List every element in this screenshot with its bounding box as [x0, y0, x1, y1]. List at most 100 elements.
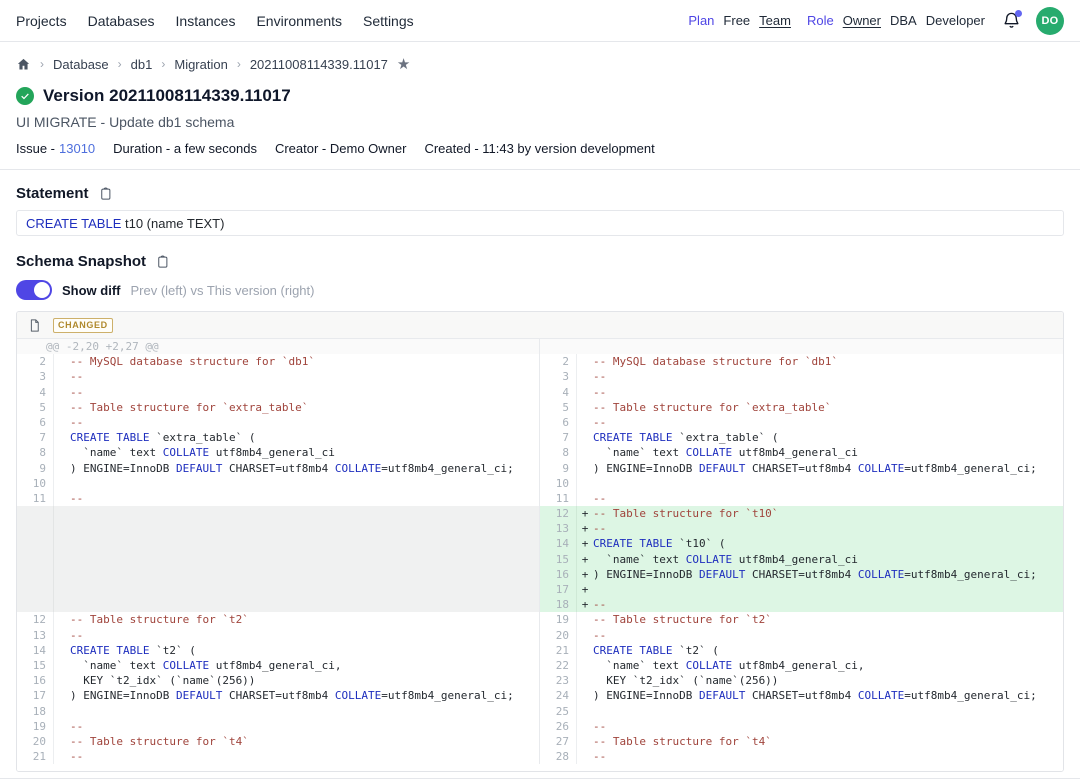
- code-cell: ) ENGINE=InnoDB DEFAULT CHARSET=utf8mb4 …: [54, 688, 539, 703]
- home-icon[interactable]: [16, 57, 31, 72]
- line-number: 9: [17, 461, 54, 476]
- line-number: [17, 567, 54, 582]
- avatar[interactable]: DO: [1036, 7, 1064, 35]
- diff-code-row: 28 --: [540, 749, 1063, 764]
- line-number: [17, 582, 54, 597]
- diff-sign: [577, 658, 593, 673]
- sql-token: `name` text: [593, 553, 686, 566]
- diff-code-row: 17+: [540, 582, 1063, 597]
- sql-token: CREATE TABLE: [26, 216, 121, 231]
- role-owner-link[interactable]: Owner: [843, 13, 881, 28]
- bell-icon[interactable]: [1002, 11, 1022, 31]
- notification-dot: [1015, 10, 1022, 17]
- diff-sign: [54, 688, 70, 703]
- sql-token: -- MySQL database structure for `db1`: [593, 355, 838, 368]
- nav-item-projects[interactable]: Projects: [16, 13, 67, 29]
- diff-sign: [577, 628, 593, 643]
- section-divider: [0, 169, 1080, 170]
- sql-token: `name` text: [593, 659, 686, 672]
- breadcrumb-separator: ›: [118, 57, 122, 71]
- line-number: 12: [17, 612, 54, 627]
- diff-code-row: 20 -- Table structure for `t4`: [17, 734, 539, 749]
- code-cell: [54, 704, 539, 719]
- diff-sign: +: [577, 552, 593, 567]
- sql-token: t10 (name TEXT): [121, 216, 224, 231]
- diff-code-row: 2 -- MySQL database structure for `db1`: [17, 354, 539, 369]
- breadcrumb-item[interactable]: Database: [53, 57, 109, 72]
- issue-link[interactable]: 13010: [59, 141, 95, 156]
- line-number: 12: [540, 506, 577, 521]
- diff-code-row: 8 `name` text COLLATE utf8mb4_general_ci: [540, 445, 1063, 460]
- code-cell: --: [54, 491, 539, 506]
- sql-token: `t2` (: [672, 644, 718, 657]
- diff-sign: [54, 415, 70, 430]
- page-title: Version 20211008114339.11017: [43, 86, 291, 106]
- sql-token: CHARSET=utf8mb4: [745, 689, 858, 702]
- diff-sign: [54, 430, 70, 445]
- role-developer[interactable]: Developer: [926, 13, 985, 28]
- diff-code-row: 14+CREATE TABLE `t10` (: [540, 536, 1063, 551]
- diff-code-row: 15 `name` text COLLATE utf8mb4_general_c…: [17, 658, 539, 673]
- diff-code-row: 6 --: [540, 415, 1063, 430]
- line-number: [17, 506, 54, 521]
- diff-code-row: 7 CREATE TABLE `extra_table` (: [540, 430, 1063, 445]
- diff-code-row: 22 `name` text COLLATE utf8mb4_general_c…: [540, 658, 1063, 673]
- sql-token: COLLATE: [686, 553, 732, 566]
- code-cell: [54, 582, 539, 597]
- sql-token: DEFAULT: [699, 568, 745, 581]
- line-number: 15: [17, 658, 54, 673]
- diff-code-row: 18: [17, 704, 539, 719]
- diff-sign: [54, 719, 70, 734]
- sql-token: --: [593, 370, 606, 383]
- copy-statement-icon[interactable]: [98, 186, 113, 201]
- show-diff-label: Show diff: [62, 283, 121, 298]
- plan-team-link[interactable]: Team: [759, 13, 791, 28]
- diff-sign: [54, 734, 70, 749]
- show-diff-toggle[interactable]: [16, 280, 52, 300]
- code-cell: [54, 476, 539, 491]
- breadcrumb-item[interactable]: db1: [131, 57, 153, 72]
- diff-code-row: 13+--: [540, 521, 1063, 536]
- diff-sign: [54, 461, 70, 476]
- nav-item-databases[interactable]: Databases: [88, 13, 155, 29]
- sql-token: utf8mb4_general_ci: [732, 553, 858, 566]
- sql-token: ) ENGINE=InnoDB: [593, 462, 699, 475]
- line-number: 23: [540, 673, 577, 688]
- line-number: 19: [540, 612, 577, 627]
- breadcrumb-separator: ›: [40, 57, 44, 71]
- breadcrumb-item[interactable]: 20211008114339.11017: [250, 57, 388, 72]
- code-cell: [54, 521, 539, 536]
- copy-snapshot-icon[interactable]: [155, 254, 170, 269]
- breadcrumb-item[interactable]: Migration: [174, 57, 227, 72]
- snapshot-heading-row: Schema Snapshot: [16, 252, 1064, 270]
- diff-code-row: 14 CREATE TABLE `t2` (: [17, 643, 539, 658]
- sql-token: ) ENGINE=InnoDB: [70, 462, 176, 475]
- nav-item-settings[interactable]: Settings: [363, 13, 414, 29]
- diff-code-row: 12+-- Table structure for `t10`: [540, 506, 1063, 521]
- sql-token: KEY `t2_idx` (`name`(256)): [70, 674, 255, 687]
- diff-sign: [54, 369, 70, 384]
- role-dba[interactable]: DBA: [890, 13, 917, 28]
- code-cell: + `name` text COLLATE utf8mb4_general_ci: [577, 552, 1063, 567]
- diff-code-row: 27 -- Table structure for `t4`: [540, 734, 1063, 749]
- code-cell: --: [54, 719, 539, 734]
- diff-code-row: 10: [17, 476, 539, 491]
- diff-pane-current: 2 -- MySQL database structure for `db1`3…: [540, 339, 1063, 764]
- line-number: 10: [17, 476, 54, 491]
- nav-item-environments[interactable]: Environments: [256, 13, 342, 29]
- code-cell: --: [577, 749, 1063, 764]
- code-cell: --: [577, 415, 1063, 430]
- sql-token: =utf8mb4_general_ci;: [904, 568, 1036, 581]
- star-icon[interactable]: ★: [397, 57, 410, 72]
- code-cell: --: [54, 628, 539, 643]
- sql-token: -- MySQL database structure for `db1`: [70, 355, 315, 368]
- line-number: 10: [540, 476, 577, 491]
- nav-item-instances[interactable]: Instances: [176, 13, 236, 29]
- diff-code-row: 4 --: [540, 385, 1063, 400]
- diff-code-row: 7 CREATE TABLE `extra_table` (: [17, 430, 539, 445]
- diff-code-row: 3 --: [17, 369, 539, 384]
- line-number: 16: [17, 673, 54, 688]
- sql-token: COLLATE: [858, 689, 904, 702]
- snapshot-heading: Schema Snapshot: [16, 253, 146, 270]
- sql-token: --: [70, 416, 83, 429]
